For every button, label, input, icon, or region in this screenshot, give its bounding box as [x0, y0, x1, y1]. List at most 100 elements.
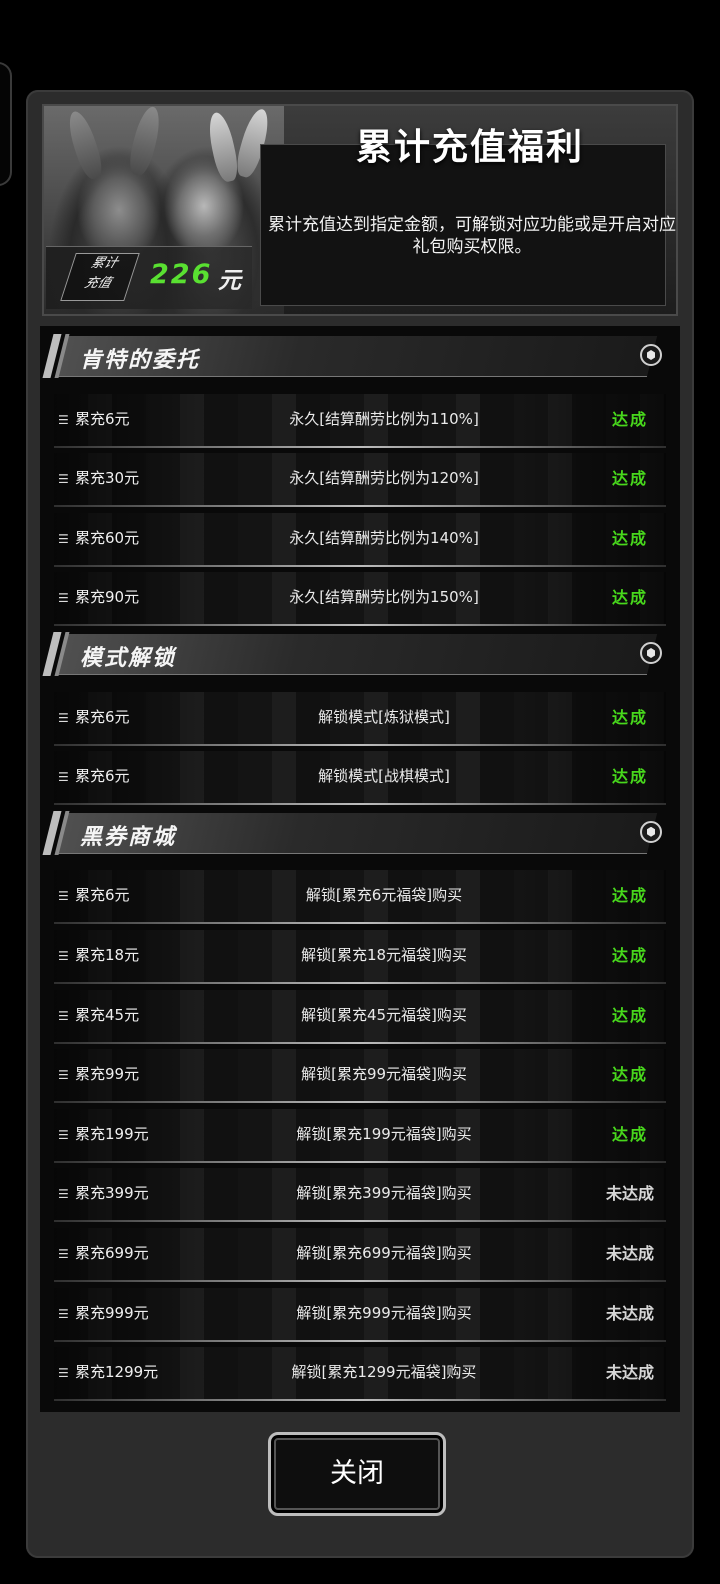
row-reward: 永久[结算酬劳比例为150%] — [289, 588, 479, 607]
condition-text: 累充6元 — [75, 886, 130, 905]
bunny-ear — [63, 108, 107, 182]
row-reward: 解锁[累充45元福袋]购买 — [301, 1005, 467, 1024]
row-reward: 解锁[累充699元福袋]购买 — [296, 1244, 472, 1262]
row-condition: ☰ 累充90元 — [58, 586, 139, 607]
layers-icon: ☰ — [58, 412, 69, 427]
condition-text: 累充1299元 — [75, 1363, 159, 1382]
reward-row: ☰ 累充199元 解锁[累充199元福袋]购买 达成 — [54, 1108, 666, 1163]
reward-row: ☰ 累充699元 解锁[累充699元福袋]购买 未达成 — [54, 1228, 666, 1282]
row-status: 达成 — [611, 528, 648, 548]
reward-row: ☰ 累充60元 永久[结算酬劳比例为140%] 达成 — [54, 512, 666, 567]
reward-row: ☰ 累充6元 解锁[累充6元福袋]购买 达成 — [54, 870, 666, 925]
row-condition: ☰ 累充199元 — [58, 1123, 149, 1144]
reward-row: ☰ 累充6元 解锁模式[战棋模式] 达成 — [54, 751, 666, 806]
layers-icon: ☰ — [58, 949, 69, 963]
layers-icon: ☰ — [58, 472, 69, 487]
row-status: 达成 — [611, 409, 648, 429]
row-status: 达成 — [611, 469, 648, 489]
condition-text: 累充45元 — [75, 1005, 140, 1024]
header-banner: 累计 充值 226 元 累计充值福利 累计充值达到指定金额，可解锁对应功能或是开… — [42, 104, 678, 316]
row-status: 达成 — [611, 588, 648, 608]
reward-row: ☰ 累充18元 解锁[累充18元福袋]购买 达成 — [54, 930, 666, 984]
row-status: 达成 — [611, 1005, 648, 1025]
row-condition: ☰ 累充99元 — [58, 1063, 139, 1084]
layers-icon: ☰ — [58, 1306, 69, 1321]
reward-row: ☰ 累充1299元 解锁[累充1299元福袋]购买 未达成 — [54, 1347, 666, 1402]
condition-text: 累充30元 — [75, 469, 140, 488]
hexagon-badge-icon[interactable] — [640, 820, 662, 843]
row-status: 未达成 — [605, 1363, 654, 1383]
row-reward: 解锁[累充1299元福袋]购买 — [291, 1363, 477, 1382]
row-condition: ☰ 累充6元 — [58, 706, 130, 727]
bunny-ear — [125, 106, 165, 178]
row-condition: ☰ 累充30元 — [58, 467, 139, 488]
row-reward: 解锁模式[炼狱模式] — [318, 707, 450, 726]
condition-text: 累充199元 — [75, 1124, 149, 1143]
side-edge-tab[interactable] — [0, 62, 12, 186]
layers-icon: ☰ — [58, 591, 69, 606]
total-label-line2: 充值 — [82, 276, 114, 291]
row-condition: ☰ 累充699元 — [58, 1242, 149, 1263]
condition-text: 累充6元 — [75, 767, 130, 786]
row-status: 达成 — [611, 886, 648, 906]
row-status: 达成 — [611, 707, 648, 727]
section-title: 肯特的委托 — [80, 348, 201, 373]
total-recharge-value: 226 — [150, 259, 213, 290]
row-reward: 解锁模式[战棋模式] — [318, 767, 450, 786]
condition-text: 累充999元 — [75, 1303, 149, 1322]
condition-text: 累充60元 — [75, 528, 140, 547]
row-condition: ☰ 累充6元 — [58, 408, 130, 429]
layers-icon: ☰ — [58, 1187, 69, 1202]
close-button[interactable]: 关闭 — [268, 1432, 446, 1516]
row-status: 达成 — [611, 1065, 648, 1085]
total-recharge-box: 累计 充值 226 元 — [46, 246, 252, 309]
page-title: 累计充值福利 — [355, 127, 584, 168]
row-reward: 解锁[累充399元福袋]购买 — [296, 1184, 472, 1203]
row-reward: 解锁[累充6元福袋]购买 — [305, 886, 463, 905]
row-condition: ☰ 累充999元 — [58, 1302, 149, 1323]
condition-text: 累充6元 — [75, 409, 130, 428]
row-condition: ☰ 累充399元 — [58, 1182, 149, 1203]
hexagon-badge-icon[interactable] — [640, 642, 662, 664]
layers-icon: ☰ — [58, 770, 69, 785]
layers-icon: ☰ — [58, 1008, 69, 1023]
row-reward: 永久[结算酬劳比例为140%] — [289, 528, 479, 547]
row-status: 未达成 — [605, 1303, 654, 1323]
total-recharge-unit: 元 — [218, 268, 241, 294]
total-recharge-label: 累计 充值 — [60, 253, 140, 301]
section-title: 黑券商城 — [80, 824, 177, 850]
condition-text: 累充399元 — [75, 1184, 149, 1203]
row-status: 达成 — [611, 1124, 648, 1144]
row-reward: 永久[结算酬劳比例为110%] — [289, 409, 479, 428]
layers-icon: ☰ — [58, 1247, 69, 1261]
reward-list[interactable]: 肯特的委托 ☰ 累充6元 永久[结算酬劳比例为110%] 达成 ☰ 累充30元永久[结算酬劳… — [40, 326, 680, 1412]
layers-icon: ☰ — [58, 1127, 69, 1142]
row-status: 达成 — [611, 767, 648, 787]
row-reward: 解锁[累充18元福袋]购买 — [301, 946, 467, 964]
layers-icon: ☰ — [58, 1068, 69, 1083]
condition-text: 累充90元 — [75, 588, 140, 607]
condition-text: 累充699元 — [75, 1244, 149, 1262]
condition-text: 累充99元 — [75, 1065, 140, 1084]
hexagon-badge-icon[interactable] — [640, 344, 662, 366]
reward-row: ☰ 累充99元 解锁[累充99元福袋]购买 达成 — [54, 1049, 666, 1104]
layers-icon: ☰ — [58, 1366, 69, 1381]
layers-icon: ☰ — [58, 710, 69, 725]
layers-icon: ☰ — [58, 889, 69, 904]
reward-row: ☰ 累充399元 解锁[累充399元福袋]购买 未达成 — [54, 1168, 666, 1223]
page-description: 累计充值达到指定金额，可解锁对应功能或是开启对应礼包购买权限。 — [268, 215, 676, 257]
row-condition: ☰ 累充6元 — [58, 765, 130, 786]
reward-row: ☰ 累充30元 永久[结算酬劳比例为120%] 达成 — [54, 453, 666, 508]
row-status: 未达成 — [605, 1244, 654, 1263]
row-reward: 解锁[累充99元福袋]购买 — [301, 1065, 467, 1084]
reward-row: ☰ 累充999元 解锁[累充999元福袋]购买 未达成 — [54, 1287, 666, 1342]
section-header: 肯特的委托 — [42, 334, 668, 382]
row-condition: ☰ 累充1299元 — [58, 1361, 158, 1382]
row-condition: ☰ 累充60元 — [58, 527, 139, 548]
section-header: 黑券商城 — [42, 810, 668, 859]
condition-text: 累充6元 — [75, 707, 130, 726]
reward-row: ☰ 累充45元 解锁[累充45元福袋]购买 达成 — [54, 989, 666, 1044]
row-status: 达成 — [611, 946, 648, 965]
section-title: 模式解锁 — [80, 646, 177, 671]
row-condition: ☰ 累充6元 — [58, 884, 130, 905]
